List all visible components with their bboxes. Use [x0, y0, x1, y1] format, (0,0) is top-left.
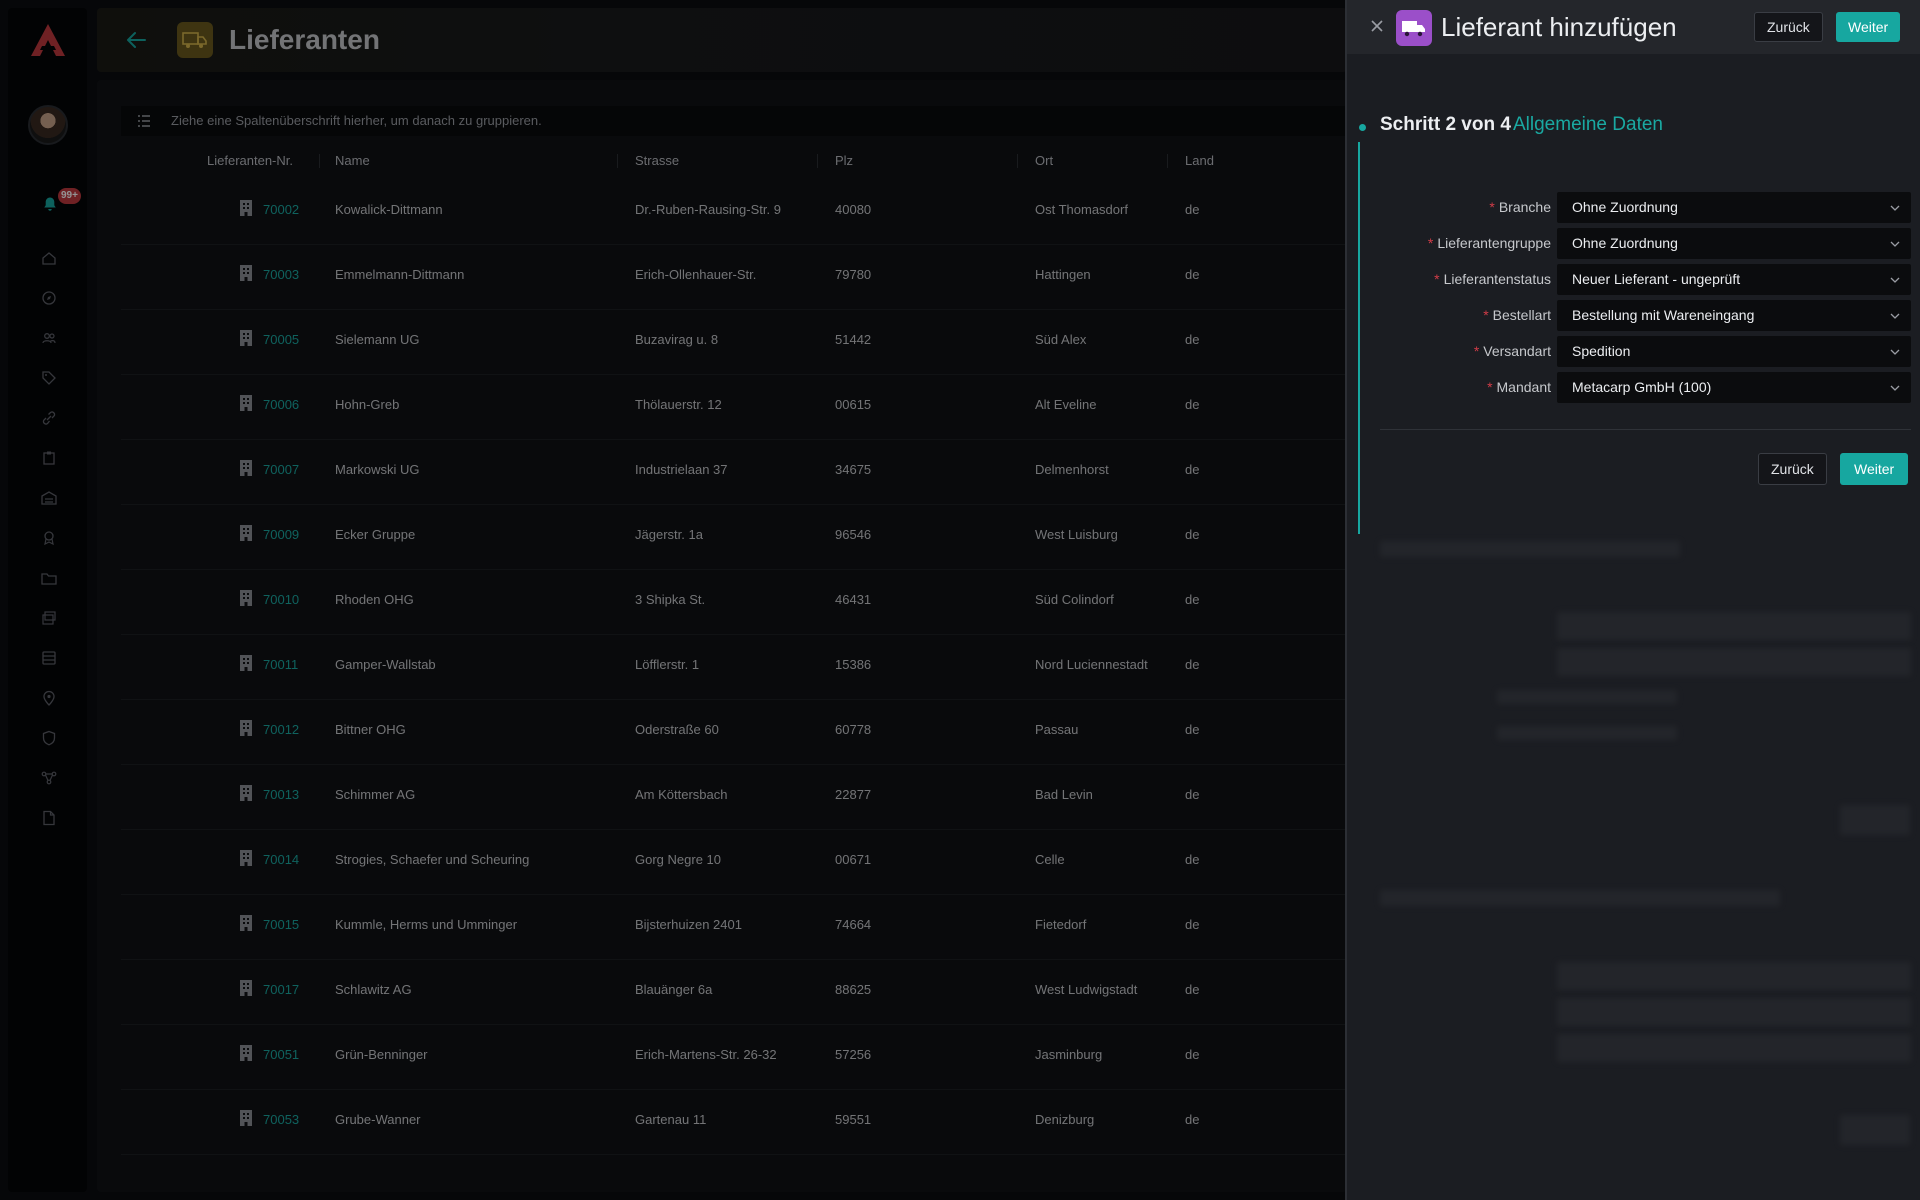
form-next-button[interactable]: Weiter [1840, 453, 1909, 485]
chevron-down-icon [1890, 241, 1900, 247]
step-4-placeholder-field [1557, 1034, 1911, 1062]
select-field[interactable]: Spedition [1557, 336, 1911, 367]
select-value: Ohne Zuordnung [1572, 199, 1678, 215]
field-label-text: Mandant [1496, 379, 1551, 395]
header-back-button[interactable]: Zurück [1754, 12, 1823, 42]
chevron-down-icon [1890, 349, 1900, 355]
step-3-placeholder-field [1557, 648, 1911, 676]
truck-icon [1396, 10, 1432, 46]
drawer-title: Lieferant hinzufügen [1441, 12, 1677, 42]
select-value: Neuer Lieferant - ungeprüft [1572, 271, 1741, 287]
required-marker: * [1483, 307, 1489, 323]
modal-backdrop[interactable] [0, 0, 1345, 1200]
step-title: Schritt 2 von 4 [1380, 114, 1511, 135]
field-label-text: Bestellart [1492, 307, 1551, 323]
select-field[interactable]: Ohne Zuordnung [1557, 228, 1911, 259]
field-label: * Branche [1380, 199, 1551, 215]
drawer-header: Lieferant hinzufügen Zurück Weiter [1347, 0, 1920, 54]
chevron-down-icon [1890, 277, 1900, 283]
step-4-placeholder-button [1840, 1115, 1910, 1145]
field-label-text: Branche [1498, 199, 1551, 215]
select-field[interactable]: Metacarp GmbH (100) [1557, 372, 1911, 403]
step-indicator-line [1358, 142, 1360, 534]
step-3-placeholder-field [1497, 690, 1677, 704]
select-field[interactable]: Ohne Zuordnung [1557, 192, 1911, 223]
field-label: * Lieferantengruppe [1380, 235, 1551, 251]
field-label: * Mandant [1380, 379, 1551, 395]
chevron-down-icon [1890, 205, 1900, 211]
field-label-text: Lieferantenstatus [1443, 271, 1551, 287]
step-3-placeholder-field [1557, 612, 1911, 640]
step-subtitle: Allgemeine Daten [1513, 114, 1663, 135]
add-supplier-drawer: Lieferant hinzufügen Zurück Weiter Schri… [1345, 0, 1920, 1200]
form-divider [1380, 429, 1911, 430]
required-marker: * [1434, 271, 1440, 287]
field-label: * Versandart [1380, 343, 1551, 359]
select-field[interactable]: Neuer Lieferant - ungeprüft [1557, 264, 1911, 295]
select-value: Spedition [1572, 343, 1631, 359]
form-back-button[interactable]: Zurück [1758, 453, 1827, 485]
header-next-button[interactable]: Weiter [1836, 12, 1901, 42]
chevron-down-icon [1890, 313, 1900, 319]
field-label: * Lieferantenstatus [1380, 271, 1551, 287]
step-3-placeholder-button [1840, 805, 1910, 835]
required-marker: * [1473, 343, 1480, 359]
field-label: * Bestellart [1380, 307, 1551, 323]
required-marker: * [1427, 235, 1434, 251]
chevron-down-icon [1890, 385, 1900, 391]
step-3-placeholder [1380, 541, 1680, 557]
step-3-placeholder-field [1497, 726, 1677, 740]
step-4-placeholder-field [1557, 998, 1911, 1026]
field-label-text: Versandart [1483, 343, 1551, 359]
select-value: Metacarp GmbH (100) [1572, 379, 1712, 395]
required-marker: * [1489, 199, 1495, 215]
step-indicator-dot [1359, 124, 1366, 131]
required-marker: * [1487, 379, 1493, 395]
close-icon[interactable] [1369, 18, 1385, 34]
step-4-placeholder [1380, 890, 1780, 906]
field-label-text: Lieferantengruppe [1437, 235, 1551, 251]
step-4-placeholder-field [1557, 962, 1911, 990]
select-value: Ohne Zuordnung [1572, 235, 1678, 251]
select-field[interactable]: Bestellung mit Wareneingang [1557, 300, 1911, 331]
select-value: Bestellung mit Wareneingang [1572, 307, 1755, 323]
